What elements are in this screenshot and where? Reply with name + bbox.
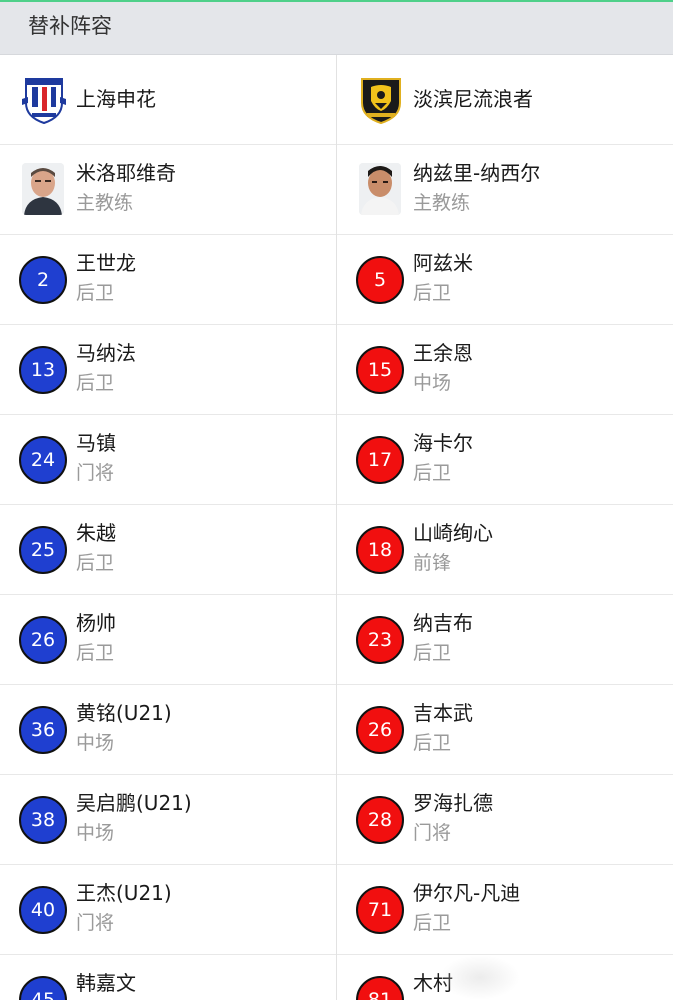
column-divider <box>336 55 337 1000</box>
player-position: 后卫 <box>76 642 115 664</box>
player-position: 中场 <box>413 372 452 394</box>
player-position: 后卫 <box>76 372 115 394</box>
player-name: 伊尔凡-凡迪 <box>413 881 521 905</box>
player-name: 杨帅 <box>76 611 116 635</box>
away-coach-name: 纳兹里-纳西尔 <box>413 161 541 185</box>
shirt-number-badge: 25 <box>19 526 67 574</box>
home-player-cell[interactable]: 2 王世龙 后卫 <box>0 235 336 324</box>
away-player-cell[interactable]: 17 海卡尔 后卫 <box>337 415 673 504</box>
home-player-cell[interactable]: 40 王杰(U21) 门将 <box>0 865 336 954</box>
away-player-cell[interactable]: 71 伊尔凡-凡迪 后卫 <box>337 865 673 954</box>
shirt-number-badge: 38 <box>19 796 67 844</box>
shirt-number-badge: 2 <box>19 256 67 304</box>
player-name: 韩嘉文 <box>76 971 136 995</box>
player-name: 吴启鹏(U21) <box>76 791 192 815</box>
home-player-cell[interactable]: 13 马纳法 后卫 <box>0 325 336 414</box>
blur-overlay <box>440 955 520 1000</box>
shirt-number-badge: 15 <box>356 346 404 394</box>
player-position: 后卫 <box>413 642 452 664</box>
section-header: 替补阵容 <box>0 2 673 55</box>
away-team-name: 淡滨尼流浪者 <box>413 87 533 111</box>
away-player-cell[interactable]: 5 阿兹米 后卫 <box>337 235 673 324</box>
home-team-name: 上海申花 <box>76 87 156 111</box>
home-player-cell[interactable]: 45 韩嘉文 <box>0 955 336 1000</box>
away-coach-cell[interactable]: 纳兹里-纳西尔 主教练 <box>337 145 673 234</box>
player-name: 马镇 <box>76 431 116 455</box>
shirt-number-badge: 5 <box>356 256 404 304</box>
player-name: 马纳法 <box>76 341 136 365</box>
player-position: 后卫 <box>413 462 452 484</box>
section-title: 替补阵容 <box>28 14 112 38</box>
player-name: 罗海扎德 <box>413 791 493 815</box>
player-name: 黄铭(U21) <box>76 701 172 725</box>
player-name: 纳吉布 <box>413 611 473 635</box>
home-team-cell[interactable]: 上海申花 <box>0 55 336 144</box>
away-player-cell[interactable]: 28 罗海扎德 门将 <box>337 775 673 864</box>
away-coach-role: 主教练 <box>413 192 471 214</box>
player-name: 王余恩 <box>413 341 473 365</box>
player-name: 阿兹米 <box>413 251 473 275</box>
home-player-cell[interactable]: 25 朱越 后卫 <box>0 505 336 594</box>
player-position: 后卫 <box>413 732 452 754</box>
player-position: 中场 <box>76 822 115 844</box>
shirt-number-badge: 40 <box>19 886 67 934</box>
home-player-cell[interactable]: 26 杨帅 后卫 <box>0 595 336 684</box>
home-coach-cell[interactable]: 米洛耶维奇 主教练 <box>0 145 336 234</box>
player-position: 门将 <box>413 822 452 844</box>
home-player-cell[interactable]: 38 吴启鹏(U21) 中场 <box>0 775 336 864</box>
shirt-number-badge: 81 <box>356 976 404 1000</box>
away-team-cell[interactable]: 淡滨尼流浪者 <box>337 55 673 144</box>
shirt-number-badge: 24 <box>19 436 67 484</box>
away-coach-avatar <box>359 163 401 215</box>
shirt-number-badge: 13 <box>19 346 67 394</box>
player-position: 后卫 <box>413 282 452 304</box>
player-position: 后卫 <box>76 282 115 304</box>
player-name: 海卡尔 <box>413 431 473 455</box>
shirt-number-badge: 71 <box>356 886 404 934</box>
player-name: 山崎绚心 <box>413 521 493 545</box>
home-coach-role: 主教练 <box>76 192 134 214</box>
player-name: 王世龙 <box>76 251 136 275</box>
shirt-number-badge: 26 <box>19 616 67 664</box>
player-position: 前锋 <box>413 552 452 574</box>
shirt-number-badge: 17 <box>356 436 404 484</box>
player-position: 后卫 <box>413 912 452 934</box>
shirt-number-badge: 36 <box>19 706 67 754</box>
away-player-cell[interactable]: 18 山崎绚心 前锋 <box>337 505 673 594</box>
shirt-number-badge: 28 <box>356 796 404 844</box>
home-player-cell[interactable]: 36 黄铭(U21) 中场 <box>0 685 336 774</box>
player-position: 门将 <box>76 912 115 934</box>
player-position: 门将 <box>76 462 115 484</box>
player-name: 王杰(U21) <box>76 881 172 905</box>
shirt-number-badge: 18 <box>356 526 404 574</box>
shirt-number-badge: 45 <box>19 976 67 1000</box>
away-player-cell[interactable]: 15 王余恩 中场 <box>337 325 673 414</box>
shanghai-shenhua-crest-icon <box>22 78 66 125</box>
player-position: 后卫 <box>76 552 115 574</box>
home-coach-avatar <box>22 163 64 215</box>
shirt-number-badge: 26 <box>356 706 404 754</box>
home-player-cell[interactable]: 24 马镇 门将 <box>0 415 336 504</box>
home-coach-name: 米洛耶维奇 <box>76 161 176 185</box>
player-position: 中场 <box>76 732 115 754</box>
player-name: 朱越 <box>76 521 116 545</box>
tampines-rovers-crest-icon <box>361 78 401 125</box>
player-name: 吉本武 <box>413 701 473 725</box>
shirt-number-badge: 23 <box>356 616 404 664</box>
away-player-cell[interactable]: 26 吉本武 后卫 <box>337 685 673 774</box>
away-player-cell[interactable]: 23 纳吉布 后卫 <box>337 595 673 684</box>
